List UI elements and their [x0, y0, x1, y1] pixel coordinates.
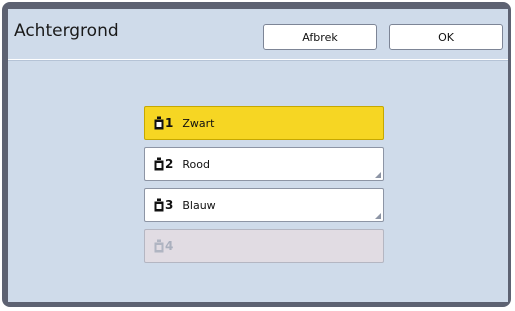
- drum-label: Blauw: [182, 198, 216, 212]
- drum-option-3[interactable]: 3 Blauw: [144, 188, 384, 222]
- ink-bottle-icon: [154, 239, 164, 253]
- drum-number: 3: [165, 198, 174, 212]
- drum-option-2[interactable]: 2 Rood: [144, 147, 384, 181]
- dialog-frame: Achtergrond Afbrek OK 1 Zwart 2 Rood 3 B…: [2, 2, 511, 307]
- drum-number: 2: [165, 157, 174, 171]
- dialog-title: Achtergrond: [14, 21, 119, 41]
- drum-number: 4: [165, 239, 174, 253]
- ink-bottle-icon: [154, 198, 164, 212]
- background-dialog: Achtergrond Afbrek OK 1 Zwart 2 Rood 3 B…: [8, 9, 508, 302]
- drum-label: Rood: [182, 157, 210, 171]
- drum-number: 1: [165, 116, 174, 130]
- dialog-header: Achtergrond Afbrek OK: [8, 9, 508, 60]
- cancel-button[interactable]: Afbrek: [263, 24, 377, 50]
- drum-option-1[interactable]: 1 Zwart: [144, 106, 384, 140]
- corner-mark-icon: [375, 213, 381, 219]
- drum-label: Zwart: [182, 116, 215, 130]
- ink-bottle-icon: [154, 157, 164, 171]
- drum-option-4: 4: [144, 229, 384, 263]
- ok-button[interactable]: OK: [389, 24, 503, 50]
- ink-bottle-icon: [154, 116, 164, 130]
- corner-mark-icon: [375, 172, 381, 178]
